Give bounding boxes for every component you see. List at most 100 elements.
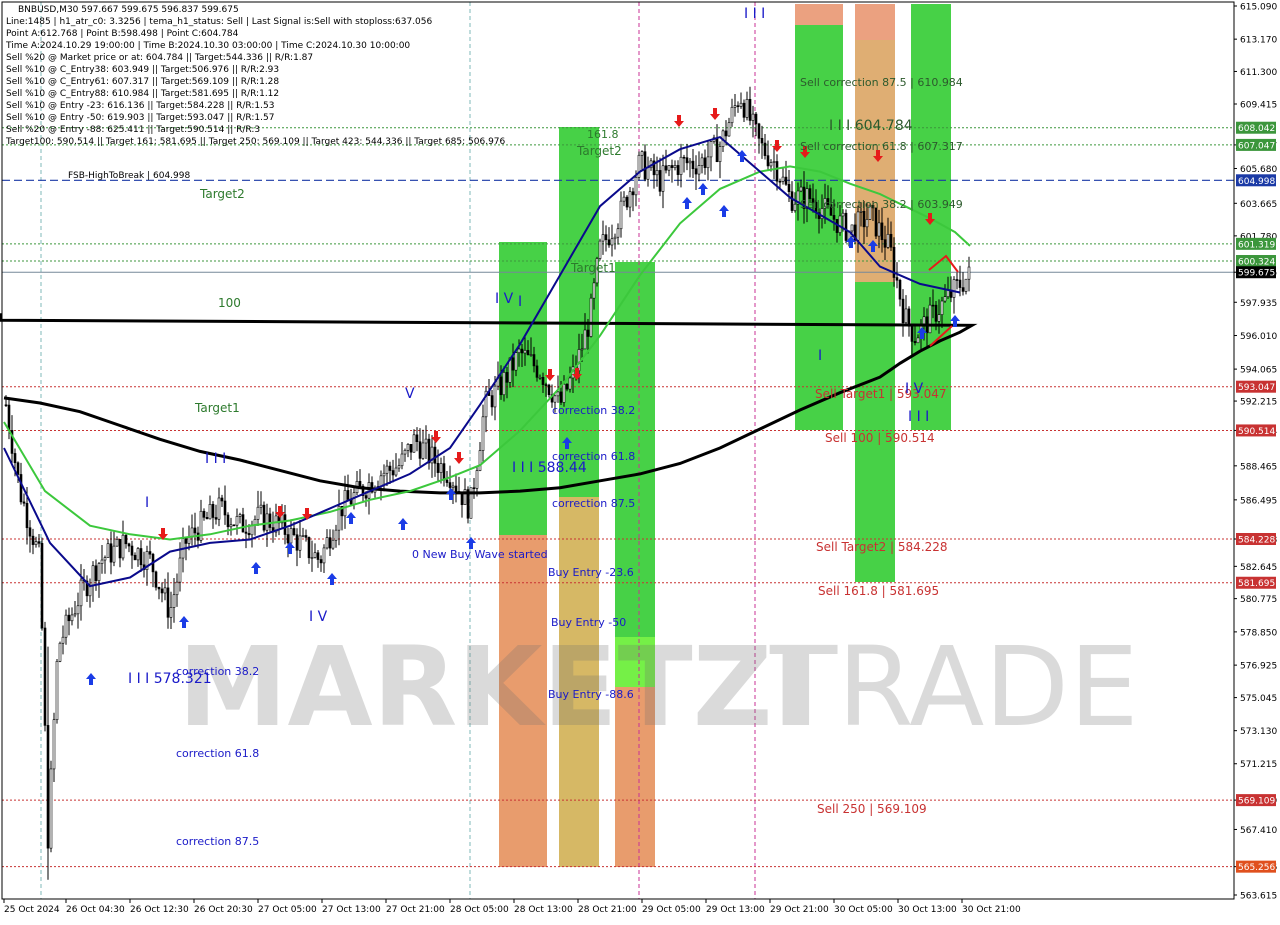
candle-body	[511, 357, 515, 371]
candle-body	[931, 304, 935, 307]
candle-body	[661, 165, 665, 192]
candle-body	[682, 156, 686, 159]
chart-annotation-33: I	[518, 294, 522, 310]
candle-body	[421, 442, 425, 459]
candle-body	[754, 113, 758, 125]
candle-body	[691, 160, 695, 170]
candle-body	[586, 329, 590, 337]
candle-body	[424, 438, 428, 444]
candle-body	[946, 289, 950, 298]
candle-body	[799, 186, 803, 192]
candle-body	[55, 661, 59, 721]
x-tick-label: 29 Oct 13:00	[706, 905, 765, 915]
candle-body	[220, 497, 224, 502]
chart-annotation-31: I V	[309, 609, 328, 625]
info-line-1: Point A:612.768 | Point B:598.498 | Poin…	[6, 29, 239, 39]
chart-annotation-22: Buy Entry -50	[551, 616, 626, 629]
candle-body	[784, 176, 788, 185]
candle-body	[394, 467, 398, 476]
chart-annotation-35: I	[818, 348, 822, 364]
info-line-9: Sell %20 @ Entry -88: 625.411 || Target:…	[6, 125, 260, 135]
chart-annotation-7: Sell correction 87.5 | 610.984	[800, 76, 963, 89]
x-tick-label: 30 Oct 05:00	[834, 905, 893, 915]
candle-body	[67, 614, 71, 622]
candle-body	[175, 581, 179, 596]
chart-annotation-0: FSB-HighToBreak | 604.998	[68, 171, 190, 181]
candle-body	[217, 497, 221, 520]
candle-body	[94, 565, 98, 582]
candle-body	[22, 501, 26, 504]
candle-body	[37, 541, 41, 544]
chart-annotation-26: correction 61.8	[176, 747, 259, 760]
candle-body	[937, 314, 941, 322]
candle-body	[265, 513, 269, 531]
candle-body	[256, 506, 260, 520]
candle-body	[703, 157, 707, 169]
y-tick-label: 563.615	[1240, 892, 1277, 902]
candle-body	[304, 535, 308, 538]
candle-body	[106, 543, 110, 558]
chart-annotation-29: I I I	[205, 451, 226, 467]
candle-body	[517, 348, 521, 353]
candle-body	[787, 184, 791, 192]
candle-body	[601, 234, 605, 242]
candle-body	[604, 234, 608, 241]
candle-body	[133, 554, 137, 561]
candle-body	[259, 504, 263, 508]
candle-body	[739, 102, 743, 107]
candle-body	[160, 588, 164, 594]
candle-body	[148, 551, 152, 555]
candle-body	[778, 180, 782, 183]
y-tick-label: 586.495	[1240, 496, 1277, 506]
candle-body	[322, 547, 326, 564]
chart-root: MARKETZI TRADE FSB-HighToBreak | 604.998…	[0, 0, 1280, 920]
watermark-left: MARKETZI	[178, 623, 813, 751]
chart-annotation-19: I I I 588.44	[512, 460, 587, 476]
candle-body	[730, 106, 734, 124]
chart-annotation-34: I I I	[744, 6, 765, 22]
candle-body	[406, 444, 410, 451]
price-label-text: 608.042	[1238, 124, 1275, 134]
candle-body	[709, 141, 713, 158]
candle-body	[385, 465, 389, 474]
candle-body	[622, 196, 626, 202]
candle-body	[775, 161, 779, 182]
candle-body	[334, 529, 338, 541]
candle-body	[760, 138, 764, 144]
y-tick-label: 592.215	[1240, 398, 1277, 408]
candle-body	[520, 348, 524, 354]
y-tick-label: 594.065	[1240, 366, 1277, 376]
chart-annotation-16: correction 38.2	[552, 404, 635, 417]
price-label-text: 569.109	[1238, 797, 1275, 807]
candle-body	[514, 352, 518, 371]
candle-body	[100, 559, 104, 564]
candle-body	[163, 587, 167, 594]
y-tick-label: 603.665	[1240, 200, 1277, 210]
candle-body	[154, 571, 158, 588]
chart-annotation-14: Sell 161.8 | 581.695	[818, 584, 939, 598]
candle-body	[967, 266, 971, 280]
candle-body	[598, 240, 602, 259]
chart-annotation-8: I I I 604.784	[829, 118, 913, 134]
candle-body	[76, 605, 80, 615]
candle-body	[718, 146, 722, 163]
candle-body	[319, 559, 323, 564]
y-tick-label: 582.645	[1240, 563, 1277, 573]
x-tick-label: 26 Oct 12:30	[130, 905, 189, 915]
candle-body	[874, 207, 878, 237]
chart-annotation-15: Sell 250 | 569.109	[817, 802, 927, 816]
candle-body	[793, 203, 797, 211]
candle-body	[166, 587, 170, 618]
candle-body	[169, 607, 173, 618]
candle-body	[613, 236, 617, 240]
info-line-2: Time A:2024.10.29 19:00:00 | Time B:2024…	[5, 41, 410, 51]
candle-body	[922, 316, 926, 325]
y-tick-label: 596.010	[1240, 332, 1277, 342]
info-line-8: Sell %10 @ Entry -50: 619.903 || Target:…	[6, 113, 274, 123]
candle-body	[301, 535, 305, 537]
candle-body	[13, 453, 17, 464]
chart-annotation-28: I	[145, 495, 149, 511]
candle-body	[766, 155, 770, 167]
candle-body	[91, 565, 95, 586]
candle-body	[832, 215, 836, 220]
